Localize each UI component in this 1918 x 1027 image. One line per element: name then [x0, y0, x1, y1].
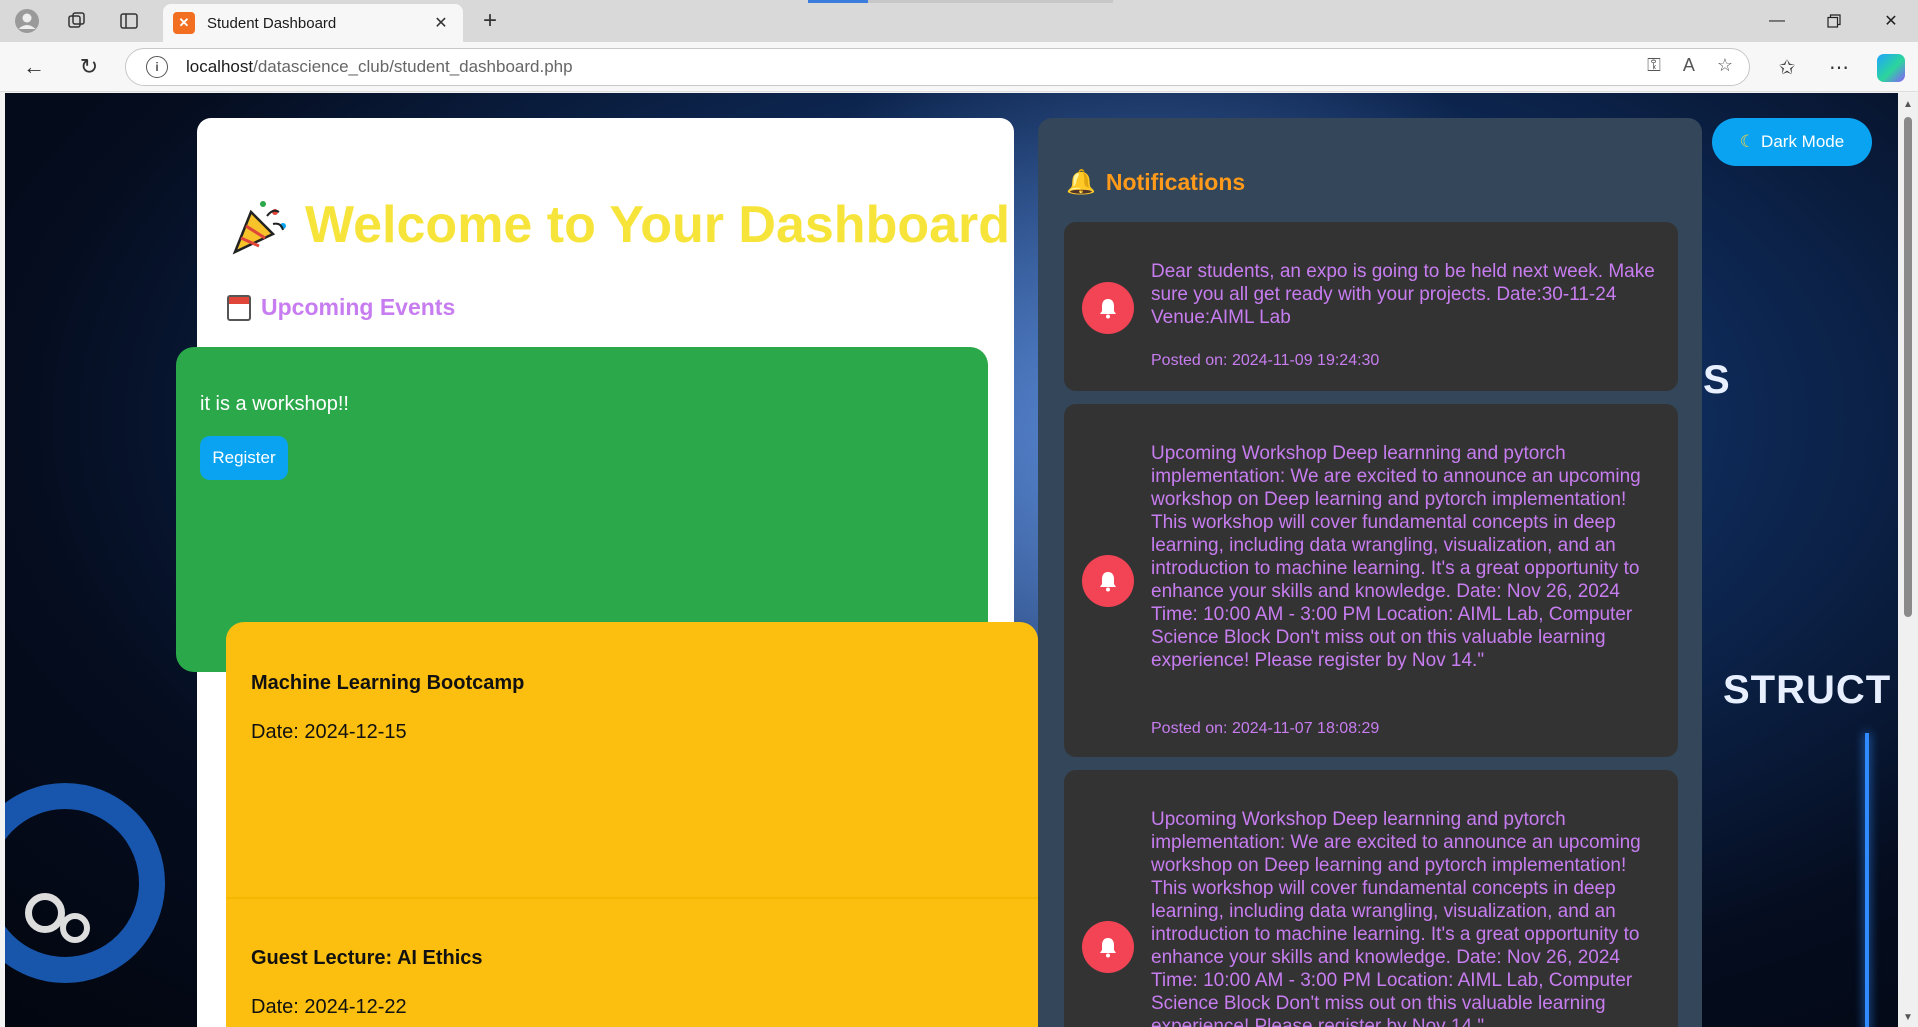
- browser-address-bar: ← ↻ i localhost/datascience_club/student…: [0, 42, 1918, 92]
- notification-timestamp: Posted on: 2024-11-09 19:24:30: [1151, 352, 1380, 369]
- scroll-up-icon[interactable]: ▲: [1903, 99, 1913, 110]
- tab-strip-indicator: [808, 0, 868, 3]
- calendar-icon: [227, 294, 251, 321]
- more-menu-icon[interactable]: ⋯: [1823, 52, 1855, 82]
- background-small-gear-icon: [60, 913, 90, 943]
- event-title: Guest Lecture: AI Ethics: [251, 947, 483, 969]
- section-title: Upcoming Events: [261, 294, 456, 320]
- restore-icon[interactable]: [1814, 8, 1854, 34]
- tab-close-icon[interactable]: ✕: [429, 11, 453, 35]
- notifications-title: Notifications: [1105, 169, 1246, 195]
- refresh-icon[interactable]: ↻: [73, 52, 105, 82]
- event-item: Machine Learning Bootcamp Date: 2024-12-…: [251, 672, 524, 744]
- notification-message: Upcoming Workshop Deep learnning and pyt…: [1151, 809, 1641, 1027]
- profile-icon[interactable]: [12, 7, 42, 35]
- scroll-thumb[interactable]: [1904, 117, 1912, 617]
- favorites-icon[interactable]: ✩: [1771, 52, 1803, 82]
- background-gear-icon: [5, 783, 165, 983]
- notification-timestamp: Posted on: 2024-11-07 18:08:29: [1151, 720, 1380, 737]
- notification-item: Upcoming Workshop Deep learnning and pyt…: [1064, 404, 1678, 757]
- welcome-heading: Welcome to Your Dashboard: [229, 194, 1010, 256]
- scroll-down-icon[interactable]: ▼: [1903, 1012, 1913, 1023]
- party-popper-icon: [229, 194, 291, 256]
- event-item: Guest Lecture: AI Ethics Date: 2024-12-2…: [251, 947, 483, 1019]
- event-card: Machine Learning Bootcamp Date: 2024-12-…: [226, 622, 1038, 1027]
- register-button[interactable]: Register: [200, 436, 288, 480]
- moon-icon: ☾: [1739, 132, 1756, 151]
- favorite-star-icon[interactable]: ☆: [1717, 55, 1733, 76]
- background-light-beam: [1865, 733, 1869, 1027]
- notification-message: Upcoming Workshop Deep learnning and pyt…: [1151, 443, 1641, 671]
- url-field[interactable]: i localhost/datascience_club/student_das…: [125, 48, 1750, 86]
- url-actions: ⚿ A ☆: [1647, 55, 1733, 76]
- tab-title: Student Dashboard: [207, 14, 337, 32]
- upcoming-events-heading: Upcoming Events: [227, 294, 455, 321]
- notification-bell-icon: [1082, 555, 1134, 607]
- background-text: STRUCT: [1723, 668, 1892, 712]
- event-date: Date: 2024-12-15: [251, 721, 407, 743]
- page-title: Welcome to Your Dashboard: [305, 196, 1011, 254]
- dark-mode-button[interactable]: ☾ Dark Mode: [1712, 118, 1872, 166]
- new-tab-icon[interactable]: +: [475, 7, 505, 35]
- notifications-panel: 🔔 Notifications Dear students, an expo i…: [1038, 118, 1702, 1027]
- notification-item: Dear students, an expo is going to be he…: [1064, 222, 1678, 391]
- page-scrollbar[interactable]: ▲ ▼: [1898, 93, 1918, 1027]
- notification-message: Dear students, an expo is going to be he…: [1151, 261, 1655, 328]
- tab-student-dashboard[interactable]: ✕ Student Dashboard ✕: [163, 4, 463, 42]
- tab-strip-indicator-track: [868, 0, 1113, 3]
- event-title: Machine Learning Bootcamp: [251, 672, 525, 694]
- site-info-icon[interactable]: i: [146, 56, 168, 78]
- read-aloud-icon[interactable]: A: [1683, 55, 1695, 76]
- background-text: S: [1703, 358, 1730, 402]
- xampp-favicon-icon: ✕: [173, 12, 195, 34]
- notifications-heading: 🔔 Notifications: [1066, 168, 1245, 197]
- notification-bell-icon: [1082, 921, 1134, 973]
- bell-icon: 🔔: [1066, 169, 1096, 196]
- copilot-icon[interactable]: [1877, 54, 1905, 82]
- dark-mode-label: Dark Mode: [1761, 132, 1845, 151]
- url-text: localhost/datascience_club/student_dashb…: [186, 57, 573, 76]
- event-divider: [226, 897, 1038, 899]
- key-icon[interactable]: ⚿: [1647, 55, 1661, 76]
- browser-tab-bar: ✕ Student Dashboard ✕ + — ✕: [0, 0, 1918, 42]
- minimize-icon[interactable]: —: [1757, 8, 1797, 34]
- back-icon[interactable]: ←: [18, 52, 50, 82]
- notification-bell-icon: [1082, 282, 1134, 334]
- background-small-gear-icon: [25, 893, 65, 933]
- workspaces-icon[interactable]: [62, 7, 92, 35]
- event-description: it is a workshop!!: [200, 393, 349, 415]
- close-window-icon[interactable]: ✕: [1871, 8, 1911, 34]
- tab-actions-icon[interactable]: [114, 7, 144, 35]
- event-date: Date: 2024-12-22: [251, 996, 407, 1018]
- notification-item: Upcoming Workshop Deep learnning and pyt…: [1064, 770, 1678, 1027]
